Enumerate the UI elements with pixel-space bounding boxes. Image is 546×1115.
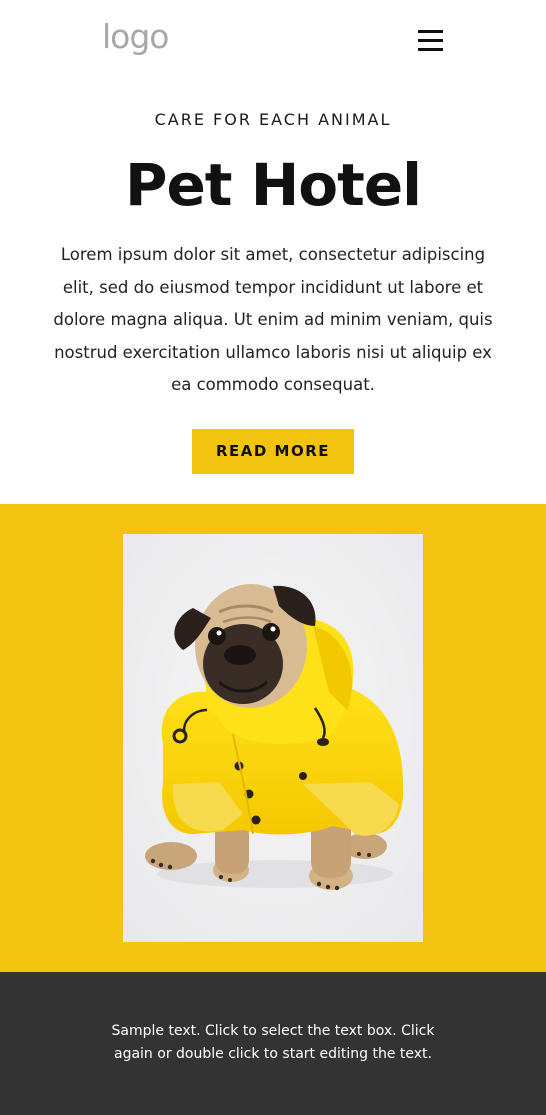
hero-eyebrow: CARE FOR EACH ANIMAL [154, 110, 392, 129]
hero-section: CARE FOR EACH ANIMAL Pet Hotel Lorem ips… [0, 84, 546, 504]
read-more-button[interactable]: READ MORE [192, 429, 354, 474]
hamburger-menu-icon[interactable] [417, 27, 445, 53]
feature-section [0, 504, 546, 972]
menu-line [418, 39, 443, 42]
logo[interactable]: logo [102, 17, 169, 57]
menu-line [418, 30, 443, 33]
pug-in-raincoat-image [123, 534, 423, 942]
menu-line [418, 48, 443, 51]
hero-body-text: Lorem ipsum dolor sit amet, consectetur … [53, 245, 493, 394]
pug-photo [123, 534, 423, 942]
site-header: logo [0, 0, 546, 84]
footer-sample-text[interactable]: Sample text. Click to select the text bo… [93, 1020, 453, 1066]
page-title: Pet Hotel [124, 151, 422, 219]
site-footer: Sample text. Click to select the text bo… [0, 972, 546, 1115]
